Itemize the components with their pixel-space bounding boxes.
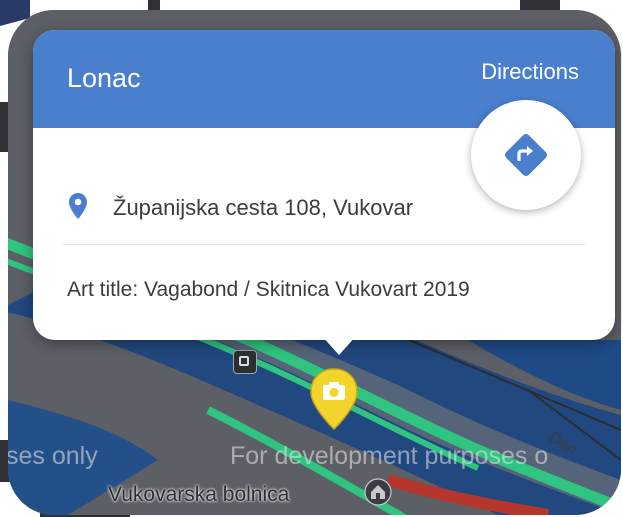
transit-icon: [233, 350, 257, 374]
dev-watermark-left: ses only: [8, 442, 98, 470]
camera-icon[interactable]: [308, 367, 360, 433]
place-title: Lonac: [67, 63, 141, 93]
art-title-text: Art title: Vagabond / Skitnica Vukovart …: [67, 278, 470, 301]
directions-link[interactable]: Directions: [481, 59, 579, 85]
directions-icon: [505, 134, 547, 176]
location-pin-icon: [69, 193, 87, 219]
info-window: Lonac Directions Županijska cesta 108, V…: [33, 30, 615, 355]
info-window-tail: [321, 335, 357, 355]
place-label: Vukovarska bolnica: [108, 483, 290, 506]
directions-button[interactable]: [471, 100, 581, 210]
dev-watermark-right: For development purposes o: [230, 442, 549, 470]
address-text: Županijska cesta 108, Vukovar: [113, 195, 414, 220]
hospital-icon[interactable]: [363, 477, 393, 507]
divider: [63, 244, 585, 245]
stage: Dan ses only For development purposes o …: [0, 0, 623, 517]
